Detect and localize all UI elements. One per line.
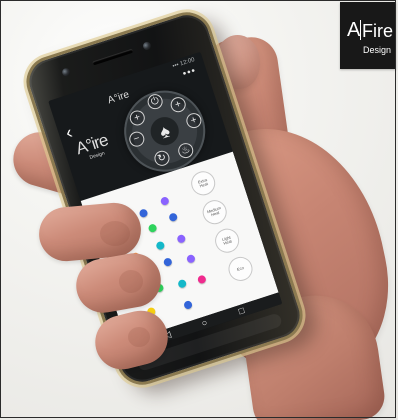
light-heat-button[interactable]: Light Heat: [211, 225, 243, 256]
color-swatch-pink[interactable]: [196, 274, 207, 285]
logo-divider: [360, 20, 361, 40]
photo-scene: ••• 12:00 ••• A°ire ‹ A°ire Design ⏻ + +…: [0, 0, 398, 420]
power-icon[interactable]: ⏻: [145, 92, 165, 112]
flame-icon[interactable]: ♨: [176, 141, 196, 161]
phone-speaker: [92, 48, 134, 66]
more-options-icon[interactable]: •••: [181, 65, 197, 80]
color-swatch-violet[interactable]: [176, 233, 187, 244]
minus-icon[interactable]: −: [127, 129, 147, 149]
right-plus-icon[interactable]: +: [168, 95, 188, 115]
color-swatch-blue[interactable]: [168, 212, 179, 223]
color-swatch-violet[interactable]: [185, 253, 196, 264]
knuckle-shadow: [128, 327, 150, 347]
color-swatch-teal[interactable]: [177, 278, 188, 289]
color-swatch-violet[interactable]: [159, 195, 170, 207]
flame-center-icon: ♠: [157, 120, 173, 143]
logo-fire-text: Fire: [362, 21, 393, 41]
logo-design-text: Design: [363, 45, 392, 55]
recent-apps-icon[interactable]: □: [234, 305, 248, 317]
front-camera-right: [141, 40, 153, 51]
home-nav-icon[interactable]: ○: [197, 317, 211, 329]
back-icon[interactable]: ‹: [63, 122, 75, 143]
color-swatch-teal[interactable]: [155, 240, 166, 251]
medium-heat-button[interactable]: Medium Heat: [199, 197, 230, 228]
left-plus-icon[interactable]: +: [127, 108, 147, 128]
front-camera-left: [61, 67, 72, 78]
logo-letter-a: A: [347, 19, 361, 41]
color-swatch-blue[interactable]: [138, 208, 149, 219]
eco-button[interactable]: Eco: [225, 253, 256, 285]
color-swatch-green[interactable]: [147, 223, 158, 234]
color-swatch-blue[interactable]: [183, 299, 194, 310]
knuckle-shadow: [100, 221, 130, 246]
extra-heat-button[interactable]: Extra Heat: [188, 168, 219, 199]
knuckle-shadow: [119, 270, 143, 293]
sync-icon[interactable]: ↻: [152, 148, 172, 168]
app-title: A°ire: [106, 89, 131, 107]
brand-logo: A°ire Design: [74, 130, 112, 164]
plus-icon[interactable]: +: [184, 111, 204, 131]
color-swatch-blue[interactable]: [162, 257, 173, 268]
afire-design-logo: A Fire Design: [340, 2, 396, 69]
